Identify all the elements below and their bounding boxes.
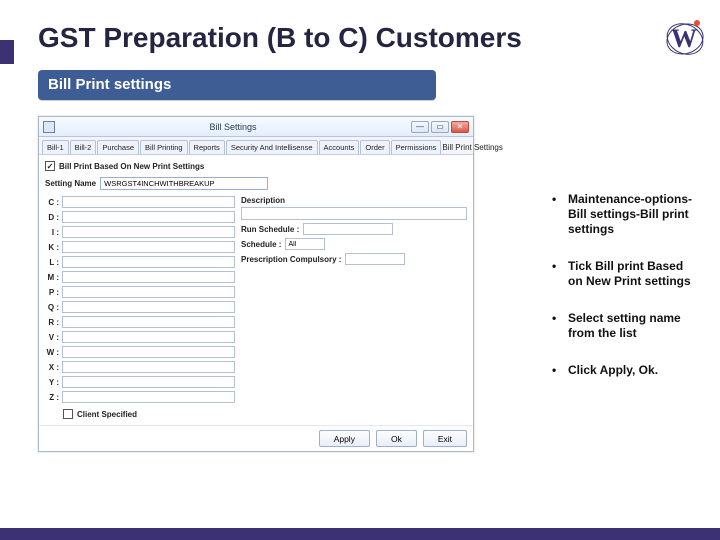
description-box[interactable] (241, 207, 467, 220)
field-label: Z : (45, 393, 59, 402)
window-titlebar: Bill Settings — ▭ ✕ (39, 117, 473, 137)
tab-permissions[interactable]: Permissions (391, 140, 442, 154)
field-input-m[interactable] (62, 271, 235, 283)
exit-button[interactable]: Exit (423, 430, 467, 447)
field-label: V : (45, 333, 59, 342)
tab-bill-1[interactable]: Bill-1 (42, 140, 69, 154)
field-label: P : (45, 288, 59, 297)
list-item: Select setting name from the list (550, 311, 700, 341)
field-label: D : (45, 213, 59, 222)
prescription-label: Prescription Compulsory : (241, 255, 341, 264)
tab-purchase[interactable]: Purchase (97, 140, 139, 154)
list-item: Tick Bill print Based on New Print setti… (550, 259, 700, 289)
brand-letter: W (664, 24, 704, 54)
tab-accounts[interactable]: Accounts (319, 140, 360, 154)
tab-strip: Bill-1 Bill-2 Purchase Bill Printing Rep… (39, 137, 473, 155)
apply-button[interactable]: Apply (319, 430, 370, 447)
field-input-l[interactable] (62, 256, 235, 268)
page-title: GST Preparation (B to C) Customers (38, 22, 522, 54)
app-icon (43, 121, 55, 133)
dialog-button-row: Apply Ok Exit (39, 425, 473, 451)
brand-logo: W (664, 18, 704, 58)
field-label: R : (45, 318, 59, 327)
setting-name-label: Setting Name (45, 179, 96, 188)
list-item: Click Apply, Ok. (550, 363, 700, 378)
field-label: K : (45, 243, 59, 252)
tab-security[interactable]: Security And Intellisense (226, 140, 318, 154)
checkbox-new-print-settings[interactable]: ✓ (45, 161, 55, 171)
tab-order[interactable]: Order (360, 140, 389, 154)
tab-reports[interactable]: Reports (189, 140, 225, 154)
maximize-button[interactable]: ▭ (431, 121, 449, 133)
slide-bottom-bar (0, 528, 720, 540)
field-input-d[interactable] (62, 211, 235, 223)
field-label: Y : (45, 378, 59, 387)
setting-name-input[interactable] (100, 177, 268, 190)
instruction-list: Maintenance-options-Bill settings-Bill p… (510, 192, 700, 400)
field-input-v[interactable] (62, 331, 235, 343)
field-label: Q : (45, 303, 59, 312)
field-label: M : (45, 273, 59, 282)
tab-bill-2[interactable]: Bill-2 (70, 140, 97, 154)
field-label: L : (45, 258, 59, 267)
field-input-w[interactable] (62, 346, 235, 358)
bill-settings-window: Bill Settings — ▭ ✕ Bill-1 Bill-2 Purcha… (38, 116, 474, 452)
prescription-input[interactable] (345, 253, 405, 265)
window-content: ✓ Bill Print Based On New Print Settings… (39, 155, 473, 425)
run-schedule-label: Run Schedule : (241, 225, 299, 234)
slide-accent (0, 40, 14, 64)
field-label: W : (45, 348, 59, 357)
minimize-button[interactable]: — (411, 121, 429, 133)
field-input-q[interactable] (62, 301, 235, 313)
description-label: Description (241, 196, 467, 205)
field-label: C : (45, 198, 59, 207)
field-input-r[interactable] (62, 316, 235, 328)
checkbox-client-specified[interactable] (63, 409, 73, 419)
field-input-z[interactable] (62, 391, 235, 403)
tab-bill-printing[interactable]: Bill Printing (140, 140, 188, 154)
checkbox-label: Bill Print Based On New Print Settings (59, 162, 204, 171)
field-input-c[interactable] (62, 196, 235, 208)
field-input-i[interactable] (62, 226, 235, 238)
section-ribbon: Bill Print settings (38, 70, 436, 100)
run-schedule-input[interactable] (303, 223, 393, 235)
window-title: Bill Settings (59, 122, 407, 132)
schedule-input[interactable] (285, 238, 325, 250)
ok-button[interactable]: Ok (376, 430, 417, 447)
description-column: Description Run Schedule : Schedule : Pr… (235, 196, 467, 419)
list-item: Maintenance-options-Bill settings-Bill p… (550, 192, 700, 237)
field-column: C : D : I : K : L : M : P : Q : R : V : … (45, 196, 235, 419)
close-button[interactable]: ✕ (451, 121, 469, 133)
tab-extra-label: Bill Print Settings (442, 143, 506, 154)
field-label: X : (45, 363, 59, 372)
field-input-x[interactable] (62, 361, 235, 373)
field-label: I : (45, 228, 59, 237)
client-specified-label: Client Specified (77, 410, 137, 419)
field-input-y[interactable] (62, 376, 235, 388)
schedule-label: Schedule : (241, 240, 281, 249)
field-input-k[interactable] (62, 241, 235, 253)
field-input-p[interactable] (62, 286, 235, 298)
